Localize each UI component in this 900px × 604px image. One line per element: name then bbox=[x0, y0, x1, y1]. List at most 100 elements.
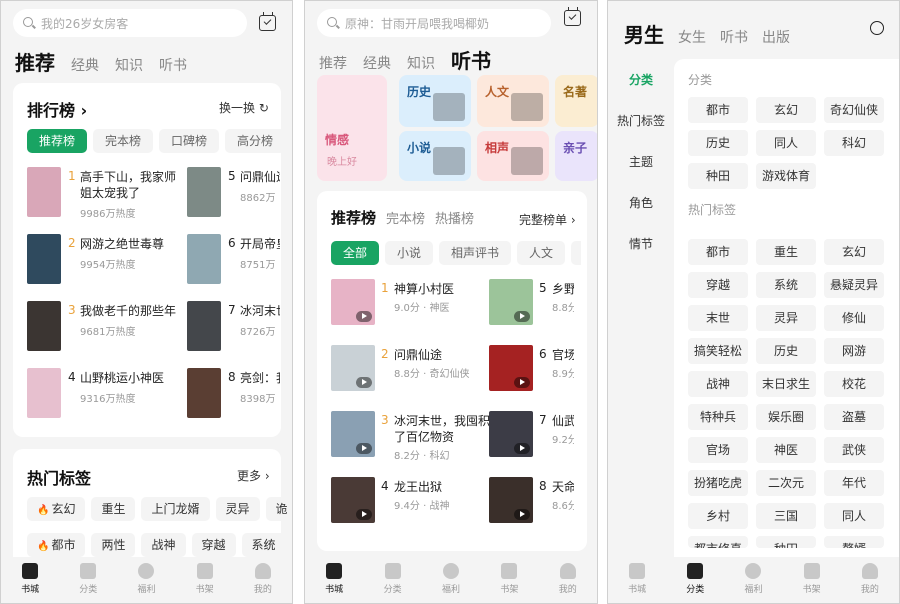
ranking-book-item[interactable]: 5 问鼎仙途 8862万 bbox=[187, 167, 280, 225]
side-nav-item[interactable]: 角色 bbox=[608, 194, 674, 211]
rank-tab-complete[interactable]: 完本榜 bbox=[386, 208, 425, 227]
hot-tag[interactable]: 🔥 都市 bbox=[27, 533, 86, 557]
audio-book-item[interactable]: 5 乡野 8.8分 bbox=[489, 279, 579, 337]
category-tile[interactable]: 名著 bbox=[555, 75, 597, 127]
hot-tag[interactable]: 种田 bbox=[756, 536, 816, 548]
tab-female[interactable]: 女生 bbox=[678, 27, 706, 47]
category-tag[interactable]: 科幻 bbox=[824, 130, 884, 156]
hot-tag[interactable]: 搞笑轻松 bbox=[688, 338, 748, 364]
rank-tab-highscore[interactable]: 高分榜 bbox=[225, 129, 286, 153]
tab-recommend[interactable]: 推荐 bbox=[319, 53, 347, 73]
hot-tag[interactable]: 两性 bbox=[91, 533, 136, 557]
hot-tag[interactable]: 系统 bbox=[241, 533, 286, 557]
ranking-book-item[interactable]: 3 我做老千的那些年 9681万热度 bbox=[27, 301, 176, 359]
checkin-icon[interactable] bbox=[259, 12, 276, 31]
category-tile[interactable]: 情感 晚上好 bbox=[317, 75, 387, 181]
filter-chip[interactable]: 历 bbox=[571, 241, 581, 265]
nav-bookshelf[interactable]: 书架 bbox=[484, 557, 534, 603]
hot-tag[interactable]: 乡村 bbox=[688, 503, 748, 529]
more-link[interactable]: 更多 › bbox=[237, 467, 270, 484]
ranking-book-item[interactable]: 1 高手下山，我家师姐太宠我了 9986万热度 bbox=[27, 167, 176, 225]
hot-tag[interactable]: 战神 bbox=[141, 533, 186, 557]
nav-category[interactable]: 分类 bbox=[368, 557, 418, 603]
hot-tag[interactable]: 玄幻 bbox=[824, 239, 884, 265]
audio-book-item[interactable]: 1 神算小村医 9.0分 · 神医 bbox=[331, 279, 471, 337]
hot-tag[interactable]: 特种兵 bbox=[688, 404, 748, 430]
nav-welfare[interactable]: 福利 bbox=[426, 557, 476, 603]
category-tile[interactable]: 相声 bbox=[477, 131, 549, 181]
audio-book-item[interactable]: 6 官场 8.9分 bbox=[489, 345, 579, 403]
nav-bookstore[interactable]: 书城 bbox=[612, 557, 662, 603]
nav-welfare[interactable]: 福利 bbox=[728, 557, 778, 603]
tab-audio[interactable]: 听书 bbox=[451, 45, 491, 74]
rank-tab-complete[interactable]: 完本榜 bbox=[93, 129, 154, 153]
ranking-book-item[interactable]: 6 开局帝皇限合成 8751万 bbox=[187, 234, 280, 292]
nav-mine[interactable]: 我的 bbox=[543, 557, 593, 603]
category-tag[interactable]: 历史 bbox=[688, 130, 748, 156]
category-tile[interactable]: 亲子 bbox=[555, 131, 597, 181]
hot-tag[interactable]: 年代 bbox=[824, 470, 884, 496]
ranking-book-item[interactable]: 7 冰河末世了百亿 8726万 bbox=[187, 301, 280, 359]
hot-tag[interactable]: 重生 bbox=[756, 239, 816, 265]
tab-recommend[interactable]: 推荐 bbox=[15, 47, 55, 76]
side-nav-item[interactable]: 分类 bbox=[608, 71, 674, 88]
nav-category[interactable]: 分类 bbox=[63, 557, 113, 603]
side-nav-item[interactable]: 情节 bbox=[608, 235, 674, 252]
hot-tag[interactable]: 官场 bbox=[688, 437, 748, 463]
tab-knowledge[interactable]: 知识 bbox=[115, 55, 143, 75]
rank-tab-reputation[interactable]: 口碑榜 bbox=[159, 129, 220, 153]
search-icon[interactable] bbox=[870, 21, 884, 35]
audio-book-item[interactable]: 8 天命 8.6分 bbox=[489, 477, 579, 535]
ranking-book-item[interactable]: 8 亮剑：我真不 8398万 bbox=[187, 368, 280, 426]
nav-category[interactable]: 分类 bbox=[670, 557, 720, 603]
nav-bookstore[interactable]: 书城 bbox=[309, 557, 359, 603]
hot-tag[interactable]: 末日求生 bbox=[756, 371, 816, 397]
hot-tag[interactable]: 诡 bbox=[265, 497, 292, 521]
hot-tag[interactable]: 穿越 bbox=[688, 272, 748, 298]
filter-chip[interactable]: 小说 bbox=[385, 241, 434, 265]
side-nav-item[interactable]: 主题 bbox=[608, 153, 674, 170]
rank-tab-recommend[interactable]: 推荐榜 bbox=[331, 207, 376, 228]
tab-male[interactable]: 男生 bbox=[624, 19, 664, 48]
category-tag[interactable]: 奇幻仙侠 bbox=[824, 97, 884, 123]
hot-tag[interactable]: 悬疑灵异 bbox=[824, 272, 884, 298]
hot-tag[interactable]: 🔥 玄幻 bbox=[27, 497, 86, 521]
nav-bookstore[interactable]: 书城 bbox=[5, 557, 55, 603]
hot-tag[interactable]: 上门龙婿 bbox=[141, 497, 210, 521]
audio-book-item[interactable]: 4 龙王出狱 9.4分 · 战神 bbox=[331, 477, 471, 535]
hot-tag[interactable]: 穿越 bbox=[191, 533, 236, 557]
rank-tab-hot[interactable]: 热播榜 bbox=[435, 208, 474, 227]
hot-tag[interactable]: 修仙 bbox=[824, 305, 884, 331]
audio-book-item[interactable]: 7 仙武 9.2分 bbox=[489, 411, 579, 469]
nav-mine[interactable]: 我的 bbox=[238, 557, 288, 603]
checkin-icon[interactable] bbox=[564, 7, 581, 26]
hot-tag[interactable]: 盗墓 bbox=[824, 404, 884, 430]
category-tag[interactable]: 游戏体育 bbox=[756, 163, 816, 189]
hot-tag[interactable]: 都市 bbox=[688, 239, 748, 265]
category-tag[interactable]: 都市 bbox=[688, 97, 748, 123]
full-rank-link[interactable]: 完整榜单 › bbox=[519, 211, 576, 228]
side-nav-item[interactable]: 热门标签 bbox=[608, 112, 674, 129]
category-tag[interactable]: 种田 bbox=[688, 163, 748, 189]
nav-bookshelf[interactable]: 书架 bbox=[787, 557, 837, 603]
tab-classic[interactable]: 经典 bbox=[363, 53, 391, 73]
tab-classic[interactable]: 经典 bbox=[71, 55, 99, 75]
nav-mine[interactable]: 我的 bbox=[845, 557, 895, 603]
hot-tag[interactable]: 三国 bbox=[756, 503, 816, 529]
hot-tag[interactable]: 同人 bbox=[824, 503, 884, 529]
tab-audio[interactable]: 听书 bbox=[159, 55, 187, 75]
refresh-button[interactable]: 换一换 ↻ bbox=[219, 99, 269, 116]
filter-chip[interactable]: 人文 bbox=[517, 241, 566, 265]
hot-tag[interactable]: 都市修真 bbox=[688, 536, 748, 548]
filter-chip[interactable]: 相声评书 bbox=[439, 241, 512, 265]
hot-tag[interactable]: 武侠 bbox=[824, 437, 884, 463]
category-tag[interactable]: 同人 bbox=[756, 130, 816, 156]
category-tile[interactable]: 小说 bbox=[399, 131, 471, 181]
tab-audio[interactable]: 听书 bbox=[720, 27, 748, 47]
hot-tag[interactable]: 二次元 bbox=[756, 470, 816, 496]
hot-tag[interactable]: 赘婿 bbox=[824, 536, 884, 548]
nav-bookshelf[interactable]: 书架 bbox=[180, 557, 230, 603]
ranking-book-item[interactable]: 2 网游之绝世毒尊 9954万热度 bbox=[27, 234, 167, 292]
hot-tag[interactable]: 战神 bbox=[688, 371, 748, 397]
audio-book-item[interactable]: 3 冰河末世，我囤积了百亿物资 8.2分 · 科幻 bbox=[331, 411, 490, 469]
